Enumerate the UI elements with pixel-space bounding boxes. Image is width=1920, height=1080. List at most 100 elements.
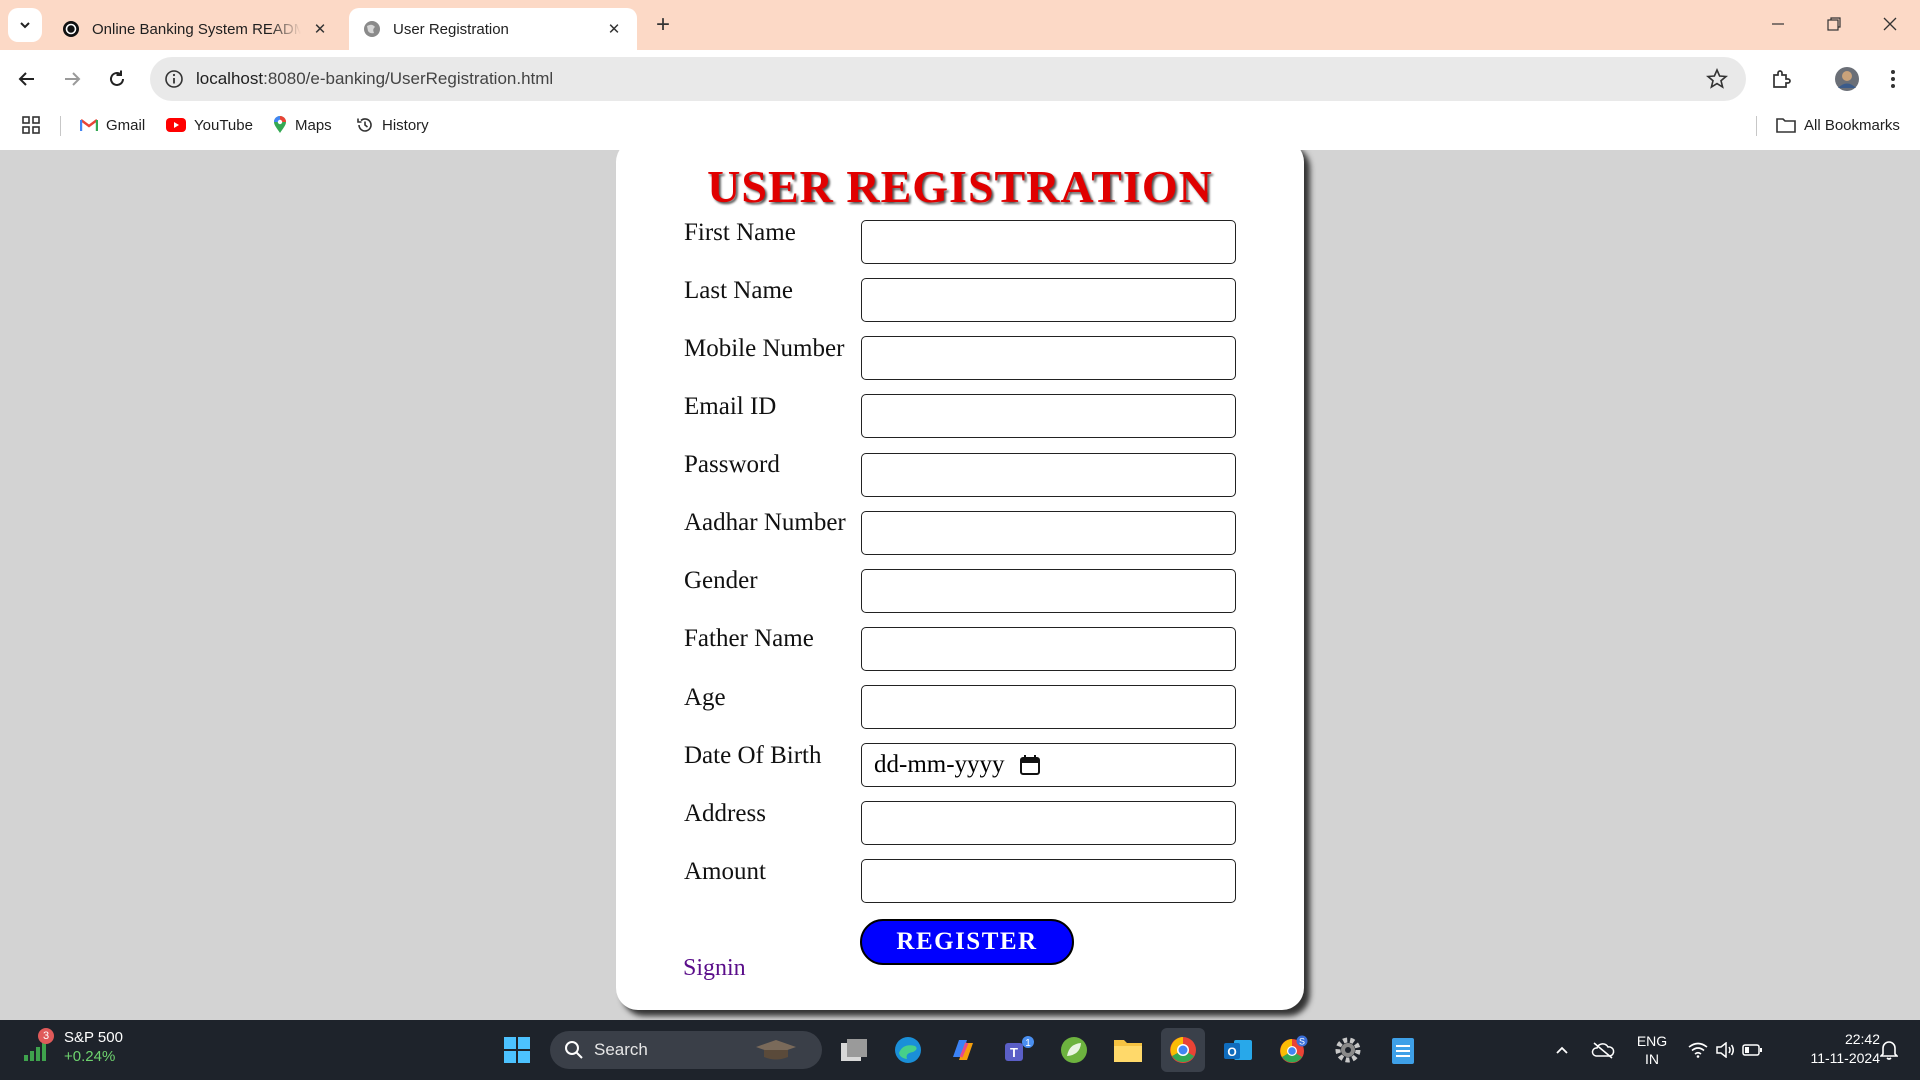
youtube-icon (166, 118, 186, 132)
url-path: :8080/e-banking/UserRegistration.html (263, 69, 554, 88)
quick-settings[interactable] (1684, 1030, 1766, 1070)
taskbar-settings[interactable] (1326, 1028, 1370, 1072)
language-indicator[interactable]: ENG IN (1630, 1030, 1674, 1070)
task-view-icon (841, 1039, 867, 1061)
widget-change: +0.24% (64, 1048, 116, 1065)
star-icon[interactable] (1706, 68, 1728, 90)
language-code: ENG (1636, 1033, 1668, 1049)
arrow-right-icon (65, 72, 81, 86)
close-icon[interactable]: ✕ (605, 20, 623, 38)
mobile-number-input[interactable] (861, 336, 1236, 380)
email-id-label: Email ID (684, 393, 777, 420)
cloud-offline-icon (1591, 1042, 1615, 1059)
gear-icon (1335, 1037, 1361, 1063)
registration-card: USER REGISTRATION First Name Last Name M… (616, 150, 1304, 1010)
aadhar-number-input[interactable] (861, 511, 1236, 555)
menu-button[interactable] (1876, 62, 1910, 96)
close-icon[interactable]: ✕ (311, 20, 329, 38)
edge-icon (895, 1037, 921, 1063)
tab-user-registration[interactable]: User Registration ✕ (349, 8, 637, 50)
folder-icon (1114, 1040, 1142, 1062)
first-name-input[interactable] (861, 220, 1236, 264)
bookmark-maps[interactable]: Maps (273, 108, 332, 142)
taskbar-task-view[interactable] (832, 1028, 876, 1072)
signin-link[interactable]: Signin (683, 955, 746, 982)
taskbar-outlook[interactable]: O (1216, 1028, 1260, 1072)
last-name-input[interactable] (861, 278, 1236, 322)
minimize-button[interactable] (1750, 0, 1806, 48)
mobile-number-label: Mobile Number (684, 335, 845, 362)
date-of-birth-label: Date Of Birth (684, 742, 822, 769)
extensions-button[interactable] (1764, 62, 1798, 96)
teams-icon: T1 (1005, 1036, 1034, 1061)
site-info-icon[interactable] (164, 69, 184, 89)
maps-pin-icon (274, 116, 286, 133)
profile-button[interactable] (1830, 62, 1864, 96)
forward-button[interactable] (55, 62, 89, 96)
tab-readme[interactable]: Online Banking System README ✕ (48, 8, 343, 50)
reload-button[interactable] (100, 62, 134, 96)
address-bar[interactable]: localhost:8080/e-banking/UserRegistratio… (150, 57, 1746, 101)
restore-button[interactable] (1806, 0, 1862, 48)
first-name-label: First Name (684, 219, 796, 246)
start-button[interactable] (495, 1028, 539, 1072)
bookmark-separator (1756, 116, 1757, 136)
clock[interactable]: 22:42 11-11-2024 (1780, 1030, 1880, 1068)
close-window-button[interactable] (1862, 0, 1918, 48)
bookmark-gmail[interactable]: Gmail (80, 108, 145, 142)
taskbar-spring-tool[interactable] (1052, 1028, 1096, 1072)
windows-logo-icon (504, 1037, 530, 1063)
bookmark-history[interactable]: History (356, 108, 429, 142)
onedrive-status[interactable] (1588, 1030, 1618, 1070)
date-of-birth-input[interactable]: dd-mm-yyyy (861, 743, 1236, 787)
widget-title: S&P 500 (64, 1029, 123, 1046)
all-bookmarks-label: All Bookmarks (1804, 116, 1900, 134)
close-icon (1883, 17, 1897, 31)
show-hidden-icons-button[interactable] (1548, 1030, 1576, 1070)
avatar-icon (1835, 67, 1859, 91)
clock-date: 11-11-2024 (1810, 1050, 1880, 1066)
bookmarks-bar: Gmail YouTube Maps History All Bookmarks (0, 108, 1920, 150)
browser-toolbar: localhost:8080/e-banking/UserRegistratio… (0, 50, 1920, 108)
bookmark-label: Gmail (106, 116, 146, 134)
notifications-button[interactable] (1874, 1030, 1904, 1070)
svg-text:T: T (1010, 1045, 1018, 1060)
taskbar-chrome[interactable] (1161, 1028, 1205, 1072)
apps-button[interactable] (22, 108, 48, 142)
register-button[interactable]: REGISTER (860, 919, 1074, 965)
svg-text:S: S (1299, 1037, 1305, 1047)
taskbar-search[interactable]: Search (550, 1031, 822, 1069)
history-icon (357, 118, 372, 132)
back-button[interactable] (10, 62, 44, 96)
all-bookmarks-button[interactable]: All Bookmarks (1776, 108, 1900, 142)
father-name-input[interactable] (861, 627, 1236, 671)
taskbar-copilot[interactable] (941, 1028, 985, 1072)
wifi-icon (1688, 1042, 1708, 1058)
chevron-up-icon (1556, 1046, 1568, 1054)
tab-search-button[interactable] (8, 8, 42, 42)
age-input[interactable] (861, 685, 1236, 729)
browser-tab-strip: Online Banking System README ✕ User Regi… (0, 0, 1920, 50)
region-code: IN (1645, 1051, 1659, 1067)
father-name-label: Father Name (684, 625, 814, 652)
bookmark-youtube[interactable]: YouTube (166, 108, 253, 142)
gender-input[interactable] (861, 569, 1236, 613)
calendar-icon[interactable] (1019, 754, 1041, 776)
address-input[interactable] (861, 801, 1236, 845)
notepad-icon (1392, 1038, 1414, 1064)
age-label: Age (684, 684, 726, 711)
amount-input[interactable] (861, 859, 1236, 903)
email-id-input[interactable] (861, 394, 1236, 438)
taskbar-chrome-profile[interactable]: S (1271, 1028, 1315, 1072)
taskbar-teams[interactable]: T1 (997, 1028, 1041, 1072)
password-input[interactable] (861, 453, 1236, 497)
gmail-icon (80, 119, 98, 131)
taskbar-edge[interactable] (886, 1028, 930, 1072)
new-tab-button[interactable]: + (648, 10, 678, 40)
taskbar-notepad[interactable] (1381, 1028, 1425, 1072)
clock-time: 22:42 (1844, 1031, 1880, 1047)
battery-icon (1742, 1044, 1763, 1056)
stock-widget[interactable]: 3 S&P 500 +0.24% (22, 1028, 123, 1066)
notification-badge: 3 (38, 1028, 54, 1044)
taskbar-file-explorer[interactable] (1106, 1028, 1150, 1072)
